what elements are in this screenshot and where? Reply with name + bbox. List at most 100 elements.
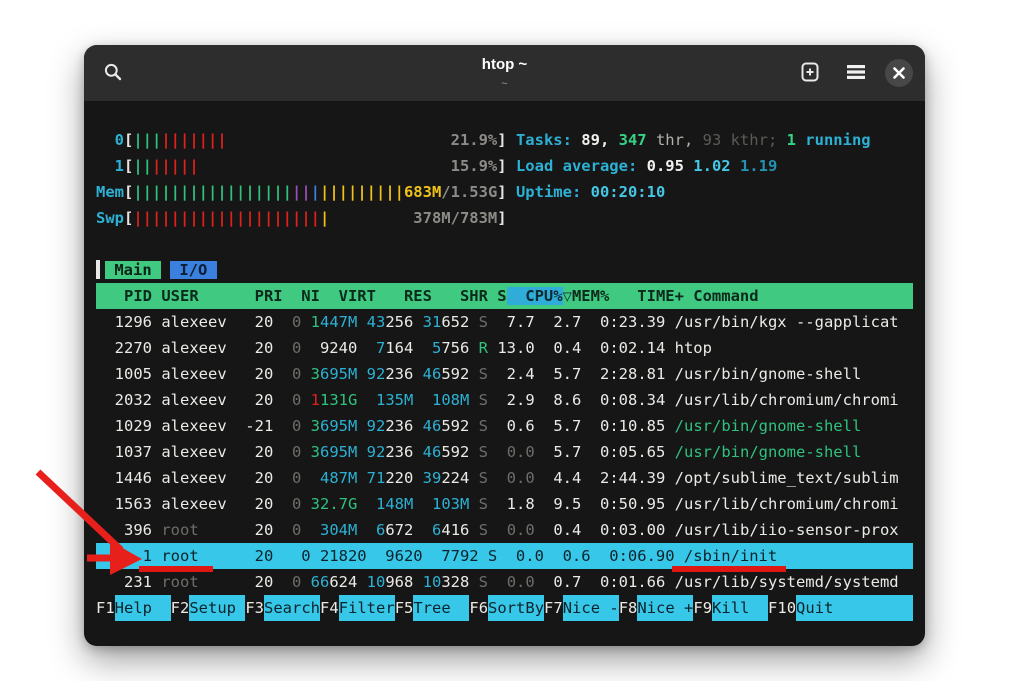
text-segment: Tasks: xyxy=(507,131,582,149)
process-row[interactable]: 2032 alexeev 20 0 1131G 135M 108M S 2.9 … xyxy=(96,387,913,413)
text-segment: 695M xyxy=(320,417,357,435)
fnkey-f7-key[interactable]: F7 xyxy=(544,595,563,621)
process-row[interactable]: 1563 alexeev 20 0 32.7G 148M 103M S 1.8 … xyxy=(96,491,913,517)
process-row[interactable]: 2270 alexeev 20 0 9240 7164 5756 R 13.0 … xyxy=(96,335,913,361)
function-key-bar: F1Help F2Setup F3SearchF4FilterF5Tree F6… xyxy=(96,595,913,621)
process-row[interactable]: 1446 alexeev 20 0 487M 71220 39224 S 0.0… xyxy=(96,465,913,491)
meter-open-bracket: [ xyxy=(124,209,133,227)
text-segment xyxy=(301,521,320,539)
text-segment xyxy=(488,469,507,487)
text-segment: 0 xyxy=(283,339,302,357)
menu-icon xyxy=(846,63,866,84)
text-segment: 224 xyxy=(441,469,478,487)
text-segment xyxy=(301,469,320,487)
process-row[interactable]: 1005 alexeev 20 0 3695M 92236 46592 S 2.… xyxy=(96,361,913,387)
text-segment: 3 xyxy=(311,443,320,461)
process-row-selected[interactable]: 1 root 20 0 21820 9620 7792 S 0.0 0.6 0:… xyxy=(96,543,913,569)
text-segment: Uptime: xyxy=(507,183,591,201)
text-segment: 487M xyxy=(320,469,357,487)
meter-open-bracket: [ xyxy=(124,157,133,175)
text-segment: 3 xyxy=(311,365,320,383)
text-segment: 0.95 xyxy=(647,157,694,175)
fnkey-f3-key[interactable]: F3 xyxy=(245,595,264,621)
fnkey-f4-key[interactable]: F4 xyxy=(320,595,339,621)
meter-open-bracket: [ xyxy=(124,183,133,201)
text-segment: 1 xyxy=(311,313,320,331)
fnkey-f6-key[interactable]: F6 xyxy=(469,595,488,621)
fnkey-f8-label[interactable]: Nice + xyxy=(637,595,693,621)
cpu1-meter-label: 1 xyxy=(96,157,124,175)
fnkey-f6-label[interactable]: SortBy xyxy=(488,595,544,621)
fnkey-f8-key[interactable]: F8 xyxy=(619,595,638,621)
process-row[interactable]: 231 root 20 0 66624 10968 10328 S 0.0 0.… xyxy=(96,569,913,595)
process-row[interactable]: 1037 alexeev 20 0 3695M 92236 46592 S 0.… xyxy=(96,439,913,465)
text-segment: 0.7 0:01.66 /usr/lib/systemd/systemd xyxy=(535,573,899,591)
meter-bar-segment: ||||||||||||||||| xyxy=(133,183,292,201)
htop-terminal: 0[||||||||||21.9%] Tasks: 89, 347 thr, 9… xyxy=(84,101,925,621)
text-segment xyxy=(357,391,376,409)
text-segment: running xyxy=(796,131,871,149)
text-segment: ▽ xyxy=(563,287,572,305)
new-tab-button[interactable] xyxy=(793,56,827,90)
process-row[interactable]: 1029 alexeev -21 0 3695M 92236 46592 S 0… xyxy=(96,413,913,439)
text-segment: 236 xyxy=(385,365,422,383)
fnkey-f7-label[interactable]: Nice - xyxy=(563,595,619,621)
fnkey-f5-label[interactable]: Tree xyxy=(413,595,469,621)
text-segment: 5.7 0:05.65 xyxy=(535,443,675,461)
process-row[interactable]: 1296 alexeev 20 0 1447M 43256 31652 S 7.… xyxy=(96,309,913,335)
text-segment: 10 xyxy=(423,573,442,591)
process-row[interactable]: 396 root 20 0 304M 6672 6416 S 0.0 0.4 0… xyxy=(96,517,913,543)
text-segment: 0 xyxy=(283,313,302,331)
cpu0-meter-row: 0[||||||||||21.9%] Tasks: 89, 347 thr, 9… xyxy=(96,127,913,153)
search-button[interactable] xyxy=(96,56,130,90)
close-icon xyxy=(885,59,913,87)
text-segment: 1296 alexeev 20 xyxy=(96,313,283,331)
fnkey-f9-key[interactable]: F9 xyxy=(693,595,712,621)
text-segment: 968 xyxy=(385,573,422,591)
text-segment xyxy=(301,391,310,409)
fnkey-f9-label[interactable]: Kill xyxy=(712,595,768,621)
close-button[interactable] xyxy=(885,56,913,90)
text-segment: 92 xyxy=(367,417,386,435)
text-segment: , xyxy=(684,131,703,149)
menu-button[interactable] xyxy=(839,56,873,90)
swp-meter-row: Swp[|||||||||||||||||||||378M/783M] xyxy=(96,205,913,231)
text-segment: 0 xyxy=(283,417,302,435)
text-segment xyxy=(413,495,432,513)
fnkey-f3-label[interactable]: Search xyxy=(264,595,320,621)
text-segment: 652 xyxy=(441,313,478,331)
meter-bar-segment: | xyxy=(320,209,329,227)
text-segment: 378M/783M xyxy=(413,209,497,227)
text-segment: 46 xyxy=(423,443,442,461)
tab-io[interactable]: I/O xyxy=(170,261,217,279)
text-segment: 592 xyxy=(441,365,478,383)
fnkey-f10-key[interactable]: F10 xyxy=(768,595,796,621)
stats-line: Tasks: 89, 347 thr, 93 kthr; 1 running xyxy=(507,131,871,149)
fnkey-f4-label[interactable]: Filter xyxy=(339,595,395,621)
table-header[interactable]: PID USER PRI NI VIRT RES SHR S CPU%▽MEM%… xyxy=(96,283,913,309)
text-segment: 624 xyxy=(329,573,366,591)
text-segment: thr xyxy=(656,131,684,149)
text-segment: /usr/bin/gnome-shell xyxy=(675,443,862,461)
search-icon xyxy=(103,62,123,85)
text-segment: S xyxy=(479,443,488,461)
tab-main[interactable]: Main xyxy=(105,261,161,279)
text-segment: R xyxy=(479,339,488,357)
text-segment: 1 xyxy=(787,131,796,149)
fnkey-f1-key[interactable]: F1 xyxy=(96,595,115,621)
text-segment: CPU% xyxy=(507,287,563,305)
text-segment: 66 xyxy=(311,573,330,591)
text-segment: 89, xyxy=(581,131,618,149)
fnkey-f2-label[interactable]: Setup xyxy=(189,595,245,621)
screen-tabs: Main I/O xyxy=(96,257,913,283)
text-segment: S xyxy=(479,417,488,435)
fnkey-f5-key[interactable]: F5 xyxy=(395,595,414,621)
fnkey-f1-label[interactable]: Help xyxy=(115,595,171,621)
text-segment: 416 xyxy=(441,521,478,539)
text-segment: 1.8 9.5 0:50.95 /usr/lib/chromium/chromi xyxy=(488,495,899,513)
text-segment: 328 xyxy=(441,573,478,591)
text-segment xyxy=(413,391,432,409)
fnkey-f10-label[interactable]: Quit xyxy=(796,595,913,621)
text-segment: 1563 alexeev 20 xyxy=(96,495,283,513)
fnkey-f2-key[interactable]: F2 xyxy=(171,595,190,621)
